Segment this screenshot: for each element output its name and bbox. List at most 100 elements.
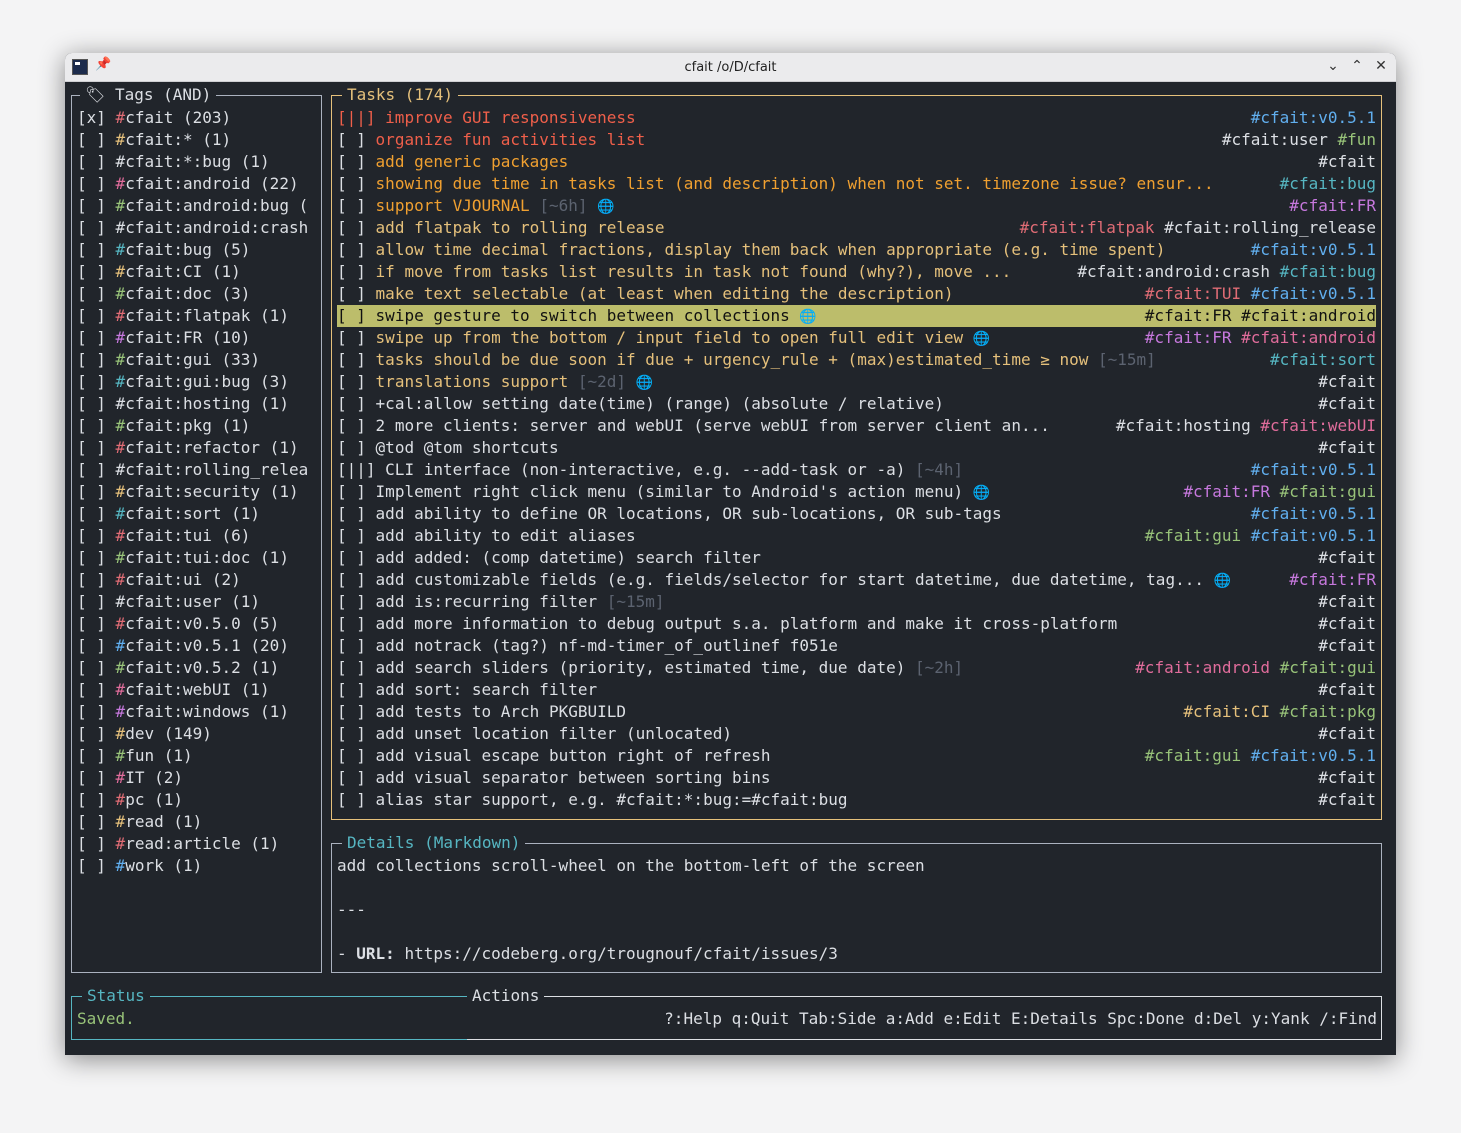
task-checkbox[interactable]: [ ] xyxy=(337,702,366,721)
tag-row[interactable]: [ ] #cfait:tui (6) xyxy=(77,525,316,547)
task-row[interactable]: [ ] add visual separator between sorting… xyxy=(337,767,1376,789)
task-tag[interactable]: #cfait:v0.5.1 xyxy=(1251,504,1376,523)
task-tag[interactable]: #cfait:sort xyxy=(1270,350,1376,369)
task-tag[interactable]: #cfait:user xyxy=(1222,130,1328,149)
task-tag[interactable]: #cfait:gui xyxy=(1280,658,1376,677)
tag-row[interactable]: [ ] #cfait:rolling_relea xyxy=(77,459,316,481)
tag-row[interactable]: [ ] #cfait:webUI (1) xyxy=(77,679,316,701)
task-checkbox[interactable]: [ ] xyxy=(337,680,366,699)
tag-row[interactable]: [ ] #cfait:v0.5.0 (5) xyxy=(77,613,316,635)
tag-row[interactable]: [ ] #dev (149) xyxy=(77,723,316,745)
task-checkbox[interactable]: [ ] xyxy=(337,284,366,303)
tag-row[interactable]: [x] #cfait (203) xyxy=(77,107,316,129)
task-tag[interactable]: #cfait:v0.5.1 xyxy=(1251,284,1376,303)
task-tag[interactable]: #cfait:hosting xyxy=(1116,416,1251,435)
task-row[interactable]: [ ] add generic packages #cfait xyxy=(337,151,1376,173)
task-tag[interactable]: #cfait xyxy=(1318,394,1376,413)
task-tag[interactable]: #fun xyxy=(1337,130,1376,149)
tag-checkbox[interactable]: [ ] xyxy=(77,526,106,545)
task-tag[interactable]: #cfait xyxy=(1318,438,1376,457)
tag-checkbox[interactable]: [ ] xyxy=(77,812,106,831)
tag-checkbox[interactable]: [ ] xyxy=(77,614,106,633)
tag-row[interactable]: [ ] #cfait:sort (1) xyxy=(77,503,316,525)
tag-row[interactable]: [ ] #cfait:ui (2) xyxy=(77,569,316,591)
tag-checkbox[interactable]: [ ] xyxy=(77,196,106,215)
task-tag[interactable]: #cfait:pkg xyxy=(1280,702,1376,721)
task-tag[interactable]: #cfait xyxy=(1318,372,1376,391)
tag-checkbox[interactable]: [ ] xyxy=(77,856,106,875)
task-tag[interactable]: #cfait:gui xyxy=(1280,482,1376,501)
tag-checkbox[interactable]: [ ] xyxy=(77,240,106,259)
tag-row[interactable]: [ ] #cfait:flatpak (1) xyxy=(77,305,316,327)
task-tag[interactable]: #cfait:bug xyxy=(1280,174,1376,193)
task-row[interactable]: [||] CLI interface (non-interactive, e.g… xyxy=(337,459,1376,481)
tag-row[interactable]: [ ] #cfait:v0.5.2 (1) xyxy=(77,657,316,679)
task-checkbox[interactable]: [ ] xyxy=(337,306,366,325)
task-tag[interactable]: #cfait:v0.5.1 xyxy=(1251,240,1376,259)
task-row[interactable]: [ ] if move from tasks list results in t… xyxy=(337,261,1376,283)
tag-checkbox[interactable]: [ ] xyxy=(77,350,106,369)
task-row[interactable]: [ ] add ability to define OR locations, … xyxy=(337,503,1376,525)
task-tag[interactable]: #cfait:bug xyxy=(1280,262,1376,281)
task-tag[interactable]: #cfait xyxy=(1318,152,1376,171)
tag-checkbox[interactable]: [ ] xyxy=(77,306,106,325)
task-tag[interactable]: #cfait:android xyxy=(1241,306,1376,325)
task-checkbox[interactable]: [ ] xyxy=(337,218,366,237)
minimize-button[interactable]: ⌄ xyxy=(1324,57,1342,75)
tag-row[interactable]: [ ] #read:article (1) xyxy=(77,833,316,855)
tag-row[interactable]: [ ] #cfait:tui:doc (1) xyxy=(77,547,316,569)
task-checkbox[interactable]: [ ] xyxy=(337,548,366,567)
tag-checkbox[interactable]: [ ] xyxy=(77,570,106,589)
task-tag[interactable]: #cfait:FR xyxy=(1183,482,1270,501)
task-checkbox[interactable]: [||] xyxy=(337,108,376,127)
tag-checkbox[interactable]: [ ] xyxy=(77,680,106,699)
tag-row[interactable]: [ ] #cfait:*:bug (1) xyxy=(77,151,316,173)
tag-checkbox[interactable]: [ ] xyxy=(77,724,106,743)
task-tag[interactable]: #cfait:android:crash xyxy=(1077,262,1270,281)
tag-checkbox[interactable]: [ ] xyxy=(77,284,106,303)
task-tag[interactable]: #cfait:rolling_release xyxy=(1164,218,1376,237)
tag-row[interactable]: [ ] #cfait:* (1) xyxy=(77,129,316,151)
tag-row[interactable]: [ ] #cfait:v0.5.1 (20) xyxy=(77,635,316,657)
tag-checkbox[interactable]: [ ] xyxy=(77,460,106,479)
task-tag[interactable]: #cfait:v0.5.1 xyxy=(1251,460,1376,479)
task-checkbox[interactable]: [ ] xyxy=(337,614,366,633)
task-tag[interactable]: #cfait xyxy=(1318,548,1376,567)
task-tag[interactable]: #cfait:FR xyxy=(1145,306,1232,325)
tag-row[interactable]: [ ] #cfait:CI (1) xyxy=(77,261,316,283)
task-checkbox[interactable]: [ ] xyxy=(337,636,366,655)
task-row[interactable]: [ ] add unset location filter (unlocated… xyxy=(337,723,1376,745)
task-tag[interactable]: #cfait xyxy=(1318,724,1376,743)
task-tag[interactable]: #cfait:gui xyxy=(1145,526,1241,545)
task-tag[interactable]: #cfait:flatpak xyxy=(1020,218,1155,237)
maximize-button[interactable]: ⌃ xyxy=(1348,57,1366,75)
tag-row[interactable]: [ ] #work (1) xyxy=(77,855,316,877)
task-checkbox[interactable]: [ ] xyxy=(337,262,366,281)
task-tag[interactable]: #cfait:CI xyxy=(1183,702,1270,721)
tag-row[interactable]: [ ] #cfait:android:crash xyxy=(77,217,316,239)
task-checkbox[interactable]: [ ] xyxy=(337,526,366,545)
task-tag[interactable]: #cfait:webUI xyxy=(1260,416,1376,435)
task-row[interactable]: [ ] add customizable fields (e.g. fields… xyxy=(337,569,1376,591)
task-row[interactable]: [ ] @tod @tom shortcuts #cfait xyxy=(337,437,1376,459)
tag-checkbox[interactable]: [ ] xyxy=(77,262,106,281)
task-checkbox[interactable]: [||] xyxy=(337,460,376,479)
tag-checkbox[interactable]: [ ] xyxy=(77,416,106,435)
tag-row[interactable]: [ ] #pc (1) xyxy=(77,789,316,811)
task-checkbox[interactable]: [ ] xyxy=(337,570,366,589)
task-checkbox[interactable]: [ ] xyxy=(337,592,366,611)
task-checkbox[interactable]: [ ] xyxy=(337,130,366,149)
task-tag[interactable]: #cfait:TUI xyxy=(1145,284,1241,303)
tag-checkbox[interactable]: [ ] xyxy=(77,174,106,193)
task-checkbox[interactable]: [ ] xyxy=(337,438,366,457)
task-tag[interactable]: #cfait:v0.5.1 xyxy=(1251,526,1376,545)
task-row[interactable]: [ ] Implement right click menu (similar … xyxy=(337,481,1376,503)
task-row[interactable]: [ ] add more information to debug output… xyxy=(337,613,1376,635)
tag-row[interactable]: [ ] #fun (1) xyxy=(77,745,316,767)
task-checkbox[interactable]: [ ] xyxy=(337,746,366,765)
tag-checkbox[interactable]: [ ] xyxy=(77,328,106,347)
tag-row[interactable]: [ ] #cfait:doc (3) xyxy=(77,283,316,305)
task-checkbox[interactable]: [ ] xyxy=(337,394,366,413)
task-tag[interactable]: #cfait:v0.5.1 xyxy=(1251,108,1376,127)
task-tag[interactable]: #cfait xyxy=(1318,636,1376,655)
